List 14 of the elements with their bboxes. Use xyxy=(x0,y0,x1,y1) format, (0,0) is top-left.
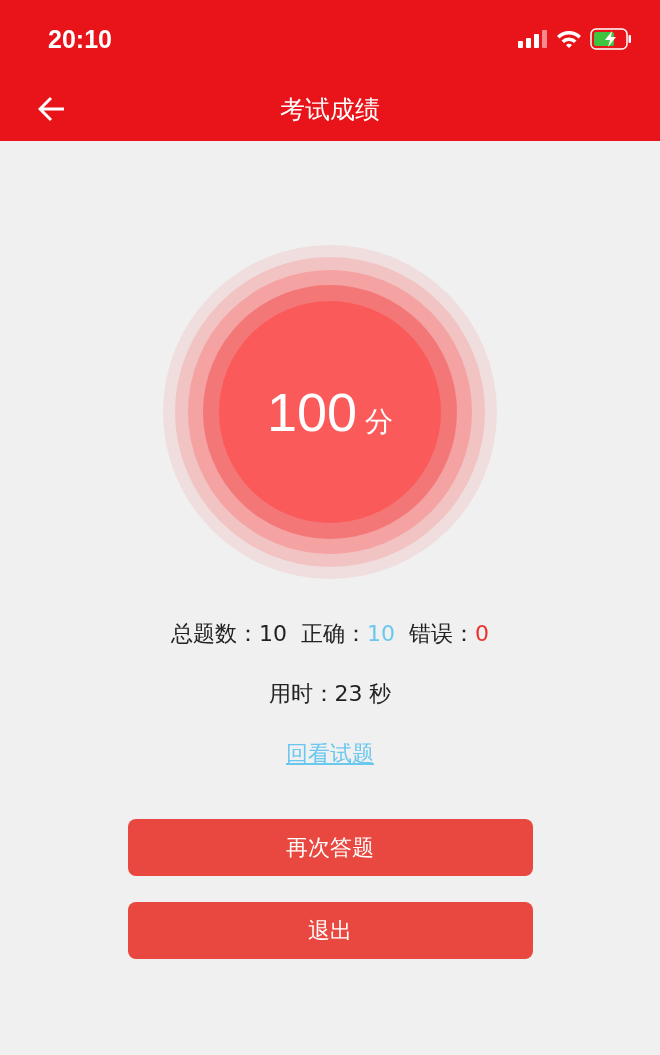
stat-text: 正确：10 xyxy=(301,620,395,648)
signal-icon xyxy=(518,30,548,48)
battery-icon xyxy=(590,28,632,50)
back-arrow-icon[interactable] xyxy=(38,96,66,122)
wifi-icon xyxy=(556,29,582,49)
exit-button[interactable]: 退出 xyxy=(127,902,533,959)
score-value: 100 xyxy=(266,381,358,443)
time-used: 用时：23 秒 xyxy=(268,680,392,708)
status-time: 20:10 xyxy=(48,24,112,54)
retry-button[interactable]: 再次答题 xyxy=(127,819,533,876)
stat-text: 错误：0 xyxy=(409,620,489,648)
stat-text: 总题数：10 xyxy=(171,620,287,648)
score-unit: 分 xyxy=(365,404,394,440)
page-title: 考试成绩 xyxy=(280,94,380,126)
